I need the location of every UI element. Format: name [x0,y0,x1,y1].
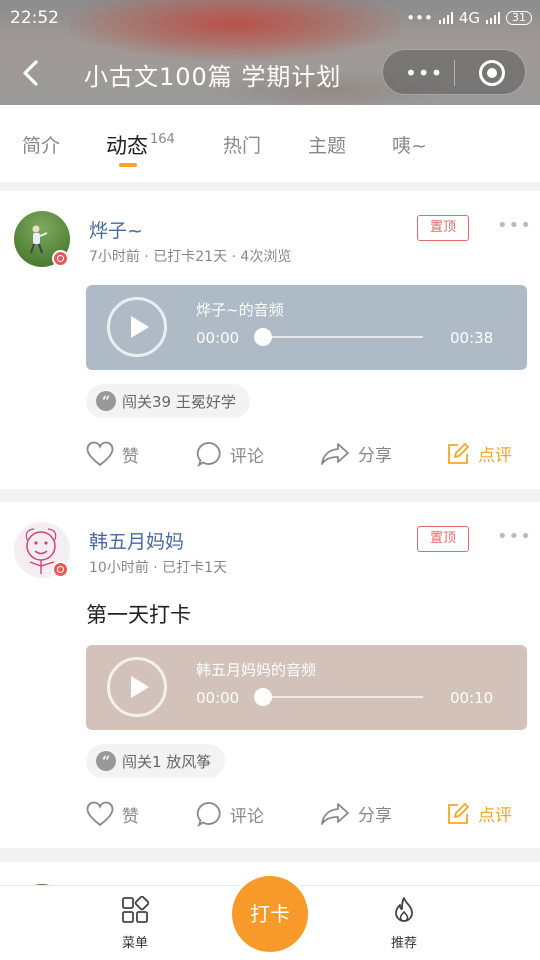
top-bar: 22:52 ••• 4G 31 小古文100篇 学期计划 ••• [0,0,540,105]
heart-icon [86,801,114,827]
challenge-tag-label: 闯关39 王冕好学 [122,392,236,411]
menu-tab-label: 菜单 [121,936,148,951]
quote-icon: “ [96,391,116,411]
flame-icon [395,897,413,922]
tab-feed-count: 164 [150,132,175,147]
post-text: 第一天打卡 [86,603,191,627]
status-bar: 22:52 ••• 4G 31 [0,0,540,36]
post-meta: 7小时前 · 已打卡21天 · 4次浏览 [89,249,292,265]
tab-intro-label: 简介 [22,135,61,157]
like-button[interactable]: 赞 [86,441,139,467]
miniprogram-capsule: ••• [382,49,526,95]
like-label: 赞 [122,806,139,827]
signal-icon-2 [486,12,500,24]
post-card: 烨子~ 7小时前 · 已打卡21天 · 4次浏览 置顶 ••• 烨子~的音频 0… [0,191,540,489]
audio-player: 烨子~的音频 00:00 00:38 [86,285,527,370]
user-name[interactable]: 烨子~ [89,216,143,243]
share-icon [321,802,349,825]
tab-topic[interactable]: 主题 [308,131,346,158]
review-button[interactable]: 点评 [446,801,512,826]
tab-hot[interactable]: 热门 [223,131,261,158]
post-card: 韩五月妈妈 10小时前 · 已打卡1天 置顶 ••• 第一天打卡 韩五月妈妈的音… [0,502,540,848]
active-tab-indicator [119,163,137,167]
audio-player: 韩五月妈妈的音频 00:00 00:10 [86,645,527,730]
comment-label: 评论 [230,446,264,467]
review-button[interactable]: 点评 [446,441,512,466]
share-label: 分享 [358,446,392,466]
avatar-badge-icon [52,561,69,578]
like-button[interactable]: 赞 [86,801,139,827]
play-icon[interactable] [107,297,167,357]
comment-button[interactable]: 评论 [196,441,264,467]
battery-icon: 31 [506,11,532,25]
audio-duration: 00:38 [450,329,494,347]
tab-feed-label: 动态 [106,134,148,158]
audio-progress-handle[interactable] [254,328,272,346]
quote-icon: “ [96,751,116,771]
recommend-tab-label: 推荐 [390,936,417,951]
tab-hot-label: 热门 [223,135,262,157]
edit-icon [448,442,469,464]
checkin-button[interactable]: 打卡 [229,873,311,955]
post-more-icon[interactable]: ••• [497,526,532,547]
comment-label: 评论 [230,806,264,827]
audio-duration: 00:10 [450,689,494,707]
tab-misc[interactable]: 咦~ [392,131,427,158]
audio-progress-handle[interactable] [254,688,272,706]
more-menu-icon[interactable]: ••• [405,61,443,85]
back-arrow-icon[interactable] [20,60,42,86]
review-label: 点评 [478,806,512,826]
tab-bar: 简介 动态 164 热门 主题 咦~ [0,105,540,182]
comment-icon [196,442,221,467]
edit-icon [448,802,469,824]
pinned-badge: 置顶 [417,526,469,552]
signal-icon [438,12,453,24]
tab-intro[interactable]: 简介 [22,131,60,158]
pinned-badge: 置顶 [417,215,469,241]
share-button[interactable]: 分享 [320,441,392,466]
page-title: 小古文100篇 学期计划 [84,63,342,91]
audio-progress-track[interactable] [261,336,423,338]
comment-icon [196,802,221,827]
audio-progress-track[interactable] [261,696,423,698]
share-label: 分享 [358,806,392,826]
menu-tab[interactable]: 菜单 [105,895,165,951]
user-name[interactable]: 韩五月妈妈 [89,527,184,554]
play-icon[interactable] [107,657,167,717]
close-miniprogram-icon[interactable] [479,60,505,86]
share-button[interactable]: 分享 [320,801,392,826]
share-icon [321,442,349,465]
capsule-divider [454,60,455,86]
network-type: 4G [458,9,480,27]
post-more-icon[interactable]: ••• [497,215,532,236]
challenge-tag[interactable]: “ 闯关39 王冕好学 [86,384,250,418]
audio-title: 烨子~的音频 [196,301,284,319]
like-label: 赞 [122,446,139,467]
tab-topic-label: 主题 [308,135,347,157]
recommend-tab[interactable]: 推荐 [374,896,434,951]
audio-current-time: 00:00 [196,689,240,707]
status-icons: ••• 4G 31 [406,9,532,27]
comment-button[interactable]: 评论 [196,801,264,827]
avatar-badge-icon [52,250,69,267]
challenge-tag[interactable]: “ 闯关1 放风筝 [86,744,226,778]
post-meta: 10小时前 · 已打卡1天 [89,560,228,576]
checkin-label: 打卡 [232,876,308,952]
review-label: 点评 [478,446,512,466]
audio-current-time: 00:00 [196,329,240,347]
challenge-tag-label: 闯关1 放风筝 [122,752,212,771]
heart-icon [86,441,114,467]
audio-title: 韩五月妈妈的音频 [196,661,317,679]
grid-menu-icon [122,895,150,923]
more-status-icon: ••• [406,9,433,27]
status-time: 22:52 [10,8,59,28]
tab-misc-label: 咦~ [392,135,427,157]
tab-feed[interactable]: 动态 164 [106,130,175,160]
